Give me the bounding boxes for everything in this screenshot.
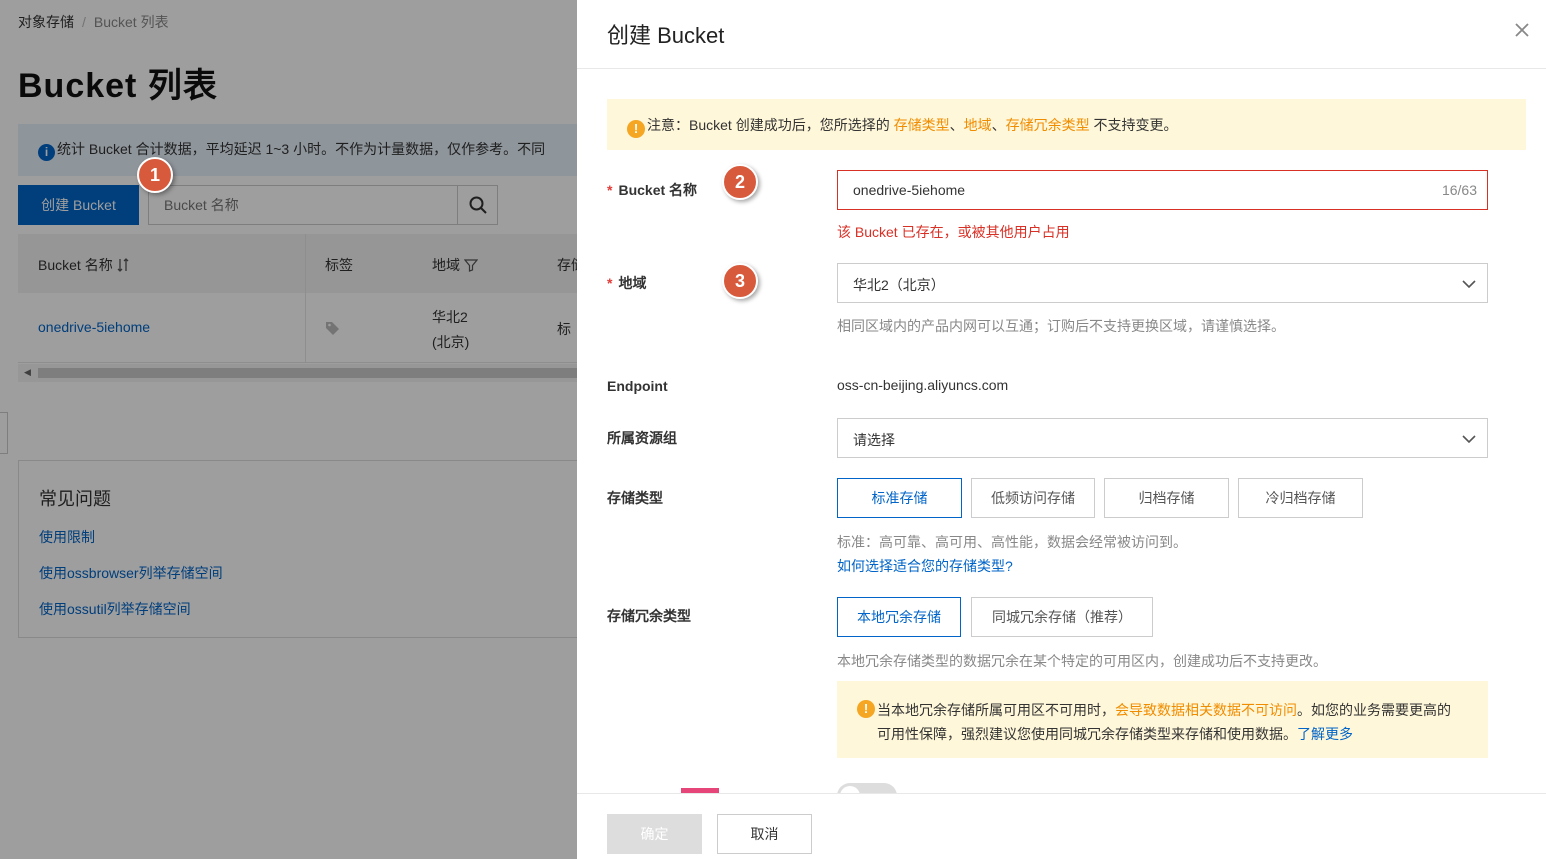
toggle-switch[interactable] — [837, 783, 897, 793]
step-badge-1: 1 — [137, 157, 173, 193]
storage-option-standard[interactable]: 标准存储 — [837, 478, 962, 518]
storage-class-help: 标准：高可靠、高可用、高性能，数据会经常被访问到。 — [837, 534, 1187, 550]
bucket-name-value: onedrive-5iehome — [853, 182, 966, 198]
char-count: 16/63 — [1441, 182, 1477, 198]
warning-sep: 、 — [991, 117, 1006, 133]
learn-more-link[interactable]: 了解更多 — [1297, 726, 1353, 742]
redundancy-warning-line1: 当本地冗余存储所属可用区不可用时，会导致数据相关数据不可访问。如您的业务需要更高… — [877, 702, 1451, 718]
required-mark: * — [607, 182, 613, 198]
confirm-button[interactable]: 确定 — [607, 814, 702, 854]
chevron-down-icon — [1462, 435, 1476, 444]
resource-group-label: 所属资源组 — [607, 430, 677, 446]
resource-group-placeholder: 请选择 — [853, 432, 895, 448]
warning-icon: ! — [627, 120, 645, 138]
bucket-name-label: * Bucket 名称 — [607, 182, 698, 198]
redundancy-option-zrs[interactable]: 同城冗余存储（推荐） — [971, 597, 1153, 637]
drawer-footer: 确定 取消 — [577, 793, 1546, 859]
warning-hl-storage-class: 存储类型 — [893, 117, 950, 133]
change-warning: ! 注意：Bucket 创建成功后，您所选择的 存储类型、地域、存储冗余类型 不支… — [607, 99, 1526, 150]
create-bucket-drawer: 创建 Bucket ! 注意：Bucket 创建成功后，您所选择的 存储类型、地域… — [577, 0, 1546, 859]
step-badge-2: 2 — [722, 164, 758, 200]
storage-option-ia[interactable]: 低频访问存储 — [971, 478, 1095, 518]
redundancy-warning-line2: 可用性保障，强烈建议您使用同城冗余存储类型来存储和使用数据。了解更多 — [877, 726, 1353, 742]
chevron-down-icon — [1462, 280, 1476, 289]
drawer-title: 创建 Bucket — [607, 23, 725, 48]
step-badge-3: 3 — [722, 263, 758, 299]
redundancy-help: 本地冗余存储类型的数据冗余在某个特定的可用区内，创建成功后不支持更改。 — [837, 653, 1327, 669]
redundancy-warning-highlight: 会导致数据相关数据不可访问 — [1115, 702, 1297, 718]
warning-suffix: 不支持变更。 — [1089, 117, 1178, 133]
warning-icon: ! — [857, 700, 875, 718]
warning-sep: 、 — [949, 117, 964, 133]
close-button[interactable] — [1510, 18, 1534, 42]
clipped-form-row — [577, 780, 1546, 793]
endpoint-value: oss-cn-beijing.aliyuncs.com — [837, 377, 1009, 393]
storage-class-guide-link[interactable]: 如何选择适合您的存储类型? — [837, 556, 1013, 576]
endpoint-label: Endpoint — [607, 378, 668, 394]
cancel-button[interactable]: 取消 — [717, 814, 812, 854]
region-help: 相同区域内的产品内网可以互通；订购后不支持更换区域，请谨慎选择。 — [837, 318, 1285, 334]
bucket-name-error: 该 Bucket 已存在，或被其他用户占用 — [837, 224, 1070, 240]
warning-hl-region: 地域 — [963, 117, 992, 133]
divider — [577, 68, 1546, 69]
region-value: 华北2（北京） — [853, 277, 945, 293]
close-icon — [1515, 23, 1529, 37]
storage-option-cold-archive[interactable]: 冷归档存储 — [1238, 478, 1363, 518]
storage-class-label: 存储类型 — [607, 490, 663, 506]
storage-option-archive[interactable]: 归档存储 — [1104, 478, 1229, 518]
region-label: * 地域 — [607, 275, 647, 291]
warning-hl-redundancy: 存储冗余类型 — [1005, 117, 1090, 133]
redundancy-option-lrs[interactable]: 本地冗余存储 — [837, 597, 961, 637]
region-select[interactable]: 华北2（北京） — [837, 263, 1488, 303]
warning-prefix: 注意：Bucket 创建成功后，您所选择的 — [647, 117, 894, 133]
bucket-name-input[interactable]: onedrive-5iehome 16/63 — [837, 170, 1488, 210]
redundancy-warning: ! 当本地冗余存储所属可用区不可用时，会导致数据相关数据不可访问。如您的业务需要… — [837, 681, 1488, 758]
redundancy-label: 存储冗余类型 — [607, 608, 691, 624]
resource-group-select[interactable]: 请选择 — [837, 418, 1488, 458]
required-mark: * — [607, 275, 613, 291]
